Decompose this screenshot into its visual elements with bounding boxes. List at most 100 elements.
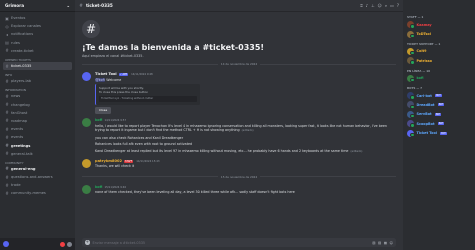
member-item[interactable]: Coit9 <box>403 47 475 56</box>
sidebar-item-general-eng[interactable]: # general-eng <box>3 165 72 173</box>
member-item[interactable]: DreadBot BOT <box>403 100 475 109</box>
message-author[interactable]: patrykm8002 <box>95 159 122 163</box>
megaphone-icon: ◂ <box>5 31 8 37</box>
message[interactable]: kofi 14/11/2024 9:57 hello, i would like… <box>75 116 403 157</box>
date-label: 15 de noviembre de 2024 <box>220 174 258 179</box>
server-header[interactable]: Grimora ⌄ <box>0 0 75 12</box>
sidebar-item-browse-channels[interactable]: ◎ Explorar canales <box>3 22 72 30</box>
member-item[interactable]: Carl-bot BOT <box>403 91 475 100</box>
sidebar-item-current-ticket[interactable]: # ticket-0335 <box>3 61 72 71</box>
date-divider: 14 de noviembre de 2024 <box>82 62 396 66</box>
hash-icon: # <box>82 20 100 38</box>
member-item[interactable]: Kaamay <box>403 20 475 29</box>
welcome-title: ¡Te damos la bienvenida a #ticket-0335! <box>82 43 265 52</box>
member-item[interactable]: ToDTsol <box>403 29 475 39</box>
sidebar-item-community-memes[interactable]: # community-memes <box>3 189 72 197</box>
bell-icon[interactable]: ♪ <box>366 3 369 8</box>
hash-icon: # <box>5 102 9 108</box>
avatar <box>407 57 415 65</box>
avatar[interactable] <box>82 118 91 128</box>
sidebar-item-fanghost[interactable]: # fanGhost <box>3 109 72 117</box>
search-icon[interactable]: ⌕ <box>385 3 387 8</box>
avatar[interactable] <box>82 184 91 194</box>
sidebar-item-rules[interactable]: ▤ rules <box>3 39 72 47</box>
chevron-down-icon[interactable]: ⌄ <box>66 3 70 8</box>
member-item[interactable]: ScoopBot BOT <box>403 119 475 128</box>
sidebar-item-roadmap[interactable]: # roadmap <box>3 117 72 125</box>
message-composer[interactable]: + Enviar mensaje a #ticket-0335 ▧ ▨ ▦ ☺ <box>82 238 396 247</box>
message[interactable]: patrykm8002 STAFF 14/11/2024 15:43 Thank… <box>75 157 403 171</box>
sidebar-item-label: Eventos <box>11 16 26 21</box>
category-opened-tickets[interactable]: Opened tickets <box>3 55 72 62</box>
sidebar-item-label: greetings <box>11 143 31 148</box>
avatar[interactable] <box>3 241 9 247</box>
attach-plus-icon[interactable]: + <box>85 240 90 245</box>
sidebar-item-create-ticket[interactable]: # create-ticket <box>3 47 72 55</box>
emoji-icon[interactable]: ☺ <box>389 241 393 245</box>
sidebar-item-label: events <box>11 127 24 132</box>
avatar[interactable] <box>82 72 91 81</box>
avatar <box>407 101 415 109</box>
message-author[interactable]: Ticket Tool <box>95 72 117 76</box>
members-icon[interactable]: ☺ <box>378 3 382 8</box>
sidebar-item-events-2[interactable]: # events <box>3 133 72 141</box>
sidebar-item-news[interactable]: # news <box>3 92 72 100</box>
avatar <box>407 110 415 119</box>
member-name: Coit9 <box>416 49 427 54</box>
discord-window: Grimora ⌄ ▣ Eventos ◎ Explorar canales ◂… <box>0 0 475 250</box>
message-author[interactable]: kofi <box>95 118 102 122</box>
channel-list: ▣ Eventos ◎ Explorar canales ◂ notificat… <box>0 12 75 200</box>
member-name: ToDTsol <box>416 32 431 37</box>
sticker-icon[interactable]: ▦ <box>384 241 387 245</box>
message[interactable]: kofi 15/11/2024 9:40 none of them checke… <box>75 183 403 197</box>
member-item[interactable]: ServBot BOT <box>403 110 475 119</box>
sidebar-item-notifications[interactable]: ◂ notifications <box>3 30 72 38</box>
sidebar-item-general-talk[interactable]: # general-talk <box>3 150 72 158</box>
member-name: Carl-bot <box>416 93 432 98</box>
ticket-embed: Support will be with you shortly. To clo… <box>95 84 200 106</box>
hash-icon: # <box>5 174 9 180</box>
help-icon[interactable]: ? <box>397 3 399 8</box>
sidebar-item-label: community-memes <box>11 191 46 196</box>
headphones-icon[interactable] <box>60 241 65 247</box>
category-community[interactable]: Community <box>3 158 72 165</box>
sidebar-item-qa[interactable]: # questions-and-answers <box>3 173 72 181</box>
bot-badge: BOT <box>440 131 447 135</box>
pin-icon[interactable]: ⊥ <box>371 3 374 8</box>
bot-badge: BOT <box>435 112 442 116</box>
member-item[interactable]: Ticket Tool BOT <box>403 128 475 138</box>
message-author[interactable]: kofi <box>95 185 102 189</box>
category-information[interactable]: Information <box>3 85 72 92</box>
message-text: Rohanices looks full afk even with root … <box>95 142 193 147</box>
member-item[interactable]: Patrisso <box>403 56 475 65</box>
hash-icon: # <box>5 166 9 172</box>
sidebar-item-events-1[interactable]: # events <box>3 125 72 133</box>
sidebar-item-events[interactable]: ▣ Eventos <box>3 14 72 22</box>
sidebar-item-label: trade <box>11 183 21 188</box>
gear-icon[interactable] <box>67 241 72 247</box>
message-text: none of them checked, they've been level… <box>95 190 295 195</box>
bot-badge: BOT <box>438 122 445 126</box>
sidebar-item-greetings[interactable]: # greetings <box>3 141 72 149</box>
sidebar-item-players-lab[interactable]: # players-lab <box>3 77 72 85</box>
hash-icon: # <box>5 190 9 196</box>
sidebar-item-label: general-talk <box>11 151 33 156</box>
gif-icon[interactable]: ▨ <box>378 241 381 245</box>
sidebar-item-label: ticket-0335 <box>11 64 32 69</box>
avatar <box>407 30 415 39</box>
sidebar-item-changelog[interactable]: # changelog <box>3 101 72 109</box>
gift-icon[interactable]: ▧ <box>372 241 375 245</box>
member-item[interactable]: kofi <box>403 74 475 83</box>
message[interactable]: Ticket Tool ✓ APP 14/11/2024 9:48 @kofi … <box>75 70 403 116</box>
category-info[interactable]: Info <box>3 70 72 77</box>
avatar[interactable] <box>82 158 91 168</box>
close-ticket-button[interactable]: Close <box>95 107 112 115</box>
threads-icon[interactable]: ⌗ <box>360 3 362 8</box>
inbox-icon[interactable]: ▭ <box>390 3 394 8</box>
mic-icon[interactable] <box>53 242 58 247</box>
message-text: you can also check Rohanices and Kanil D… <box>95 135 184 140</box>
sidebar-item-trade[interactable]: # trade <box>3 181 72 189</box>
sidebar-item-label: Explorar canales <box>11 24 41 29</box>
user-mention[interactable]: @kofi <box>95 77 106 82</box>
member-name: Kaamay <box>416 22 432 27</box>
